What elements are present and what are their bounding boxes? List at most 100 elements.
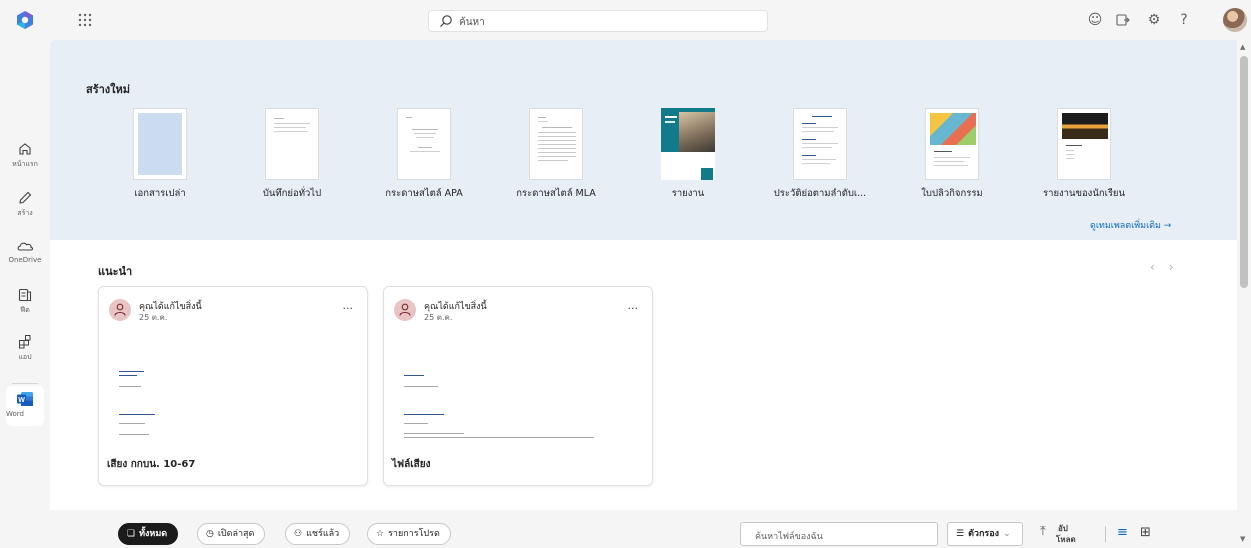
scroll-down-arrow-icon[interactable]: ▼ (1240, 535, 1245, 543)
template-chronological-resume[interactable]: ประวัติย่อตามลำดับเ... (765, 108, 875, 201)
person-avatar (109, 299, 131, 321)
rail-label-feed: ฟีด (20, 306, 30, 314)
template-label: เอกสารเปล่า (134, 188, 186, 199)
rail-label-home: หน้าแรก (12, 160, 38, 168)
scroll-up-arrow-icon[interactable]: ▲ (1240, 43, 1245, 51)
feed-icon (18, 288, 32, 302)
template-thumbnail (793, 108, 847, 180)
template-thumbnail (397, 108, 451, 180)
left-rail: หน้าแรก สร้าง OneDrive ฟีด แอป W Word (0, 40, 50, 548)
more-templates-link[interactable]: ดูเทมเพลตเพิ่มเติม → (1090, 218, 1171, 232)
help-icon[interactable]: ? (1176, 12, 1192, 28)
template-label: กระดาษสไตล์ APA (385, 188, 463, 199)
card-file-name: เสียง กกบน. 10-67 (107, 459, 196, 470)
grid-view-icon[interactable]: ⊞ (1140, 525, 1151, 540)
home-icon (19, 143, 31, 155)
card-date: 25 ต.ค. (139, 313, 168, 322)
rail-label-apps: แอป (18, 353, 32, 361)
main-content: สร้างใหม่ เอกสารเปล่า บันทึกย่อทั่วไป กร… (50, 40, 1237, 548)
page-scrollbar[interactable]: ▲ ▼ (1237, 40, 1251, 548)
rail-divider (12, 383, 38, 384)
search-icon (440, 15, 452, 27)
template-thumbnail (925, 108, 979, 180)
filter-dropdown-button[interactable]: ☰ ตัวกรอง ⌄ (947, 522, 1023, 546)
all-files-icon: ❏ (127, 529, 136, 539)
recommended-card[interactable]: คุณได้แก้ไขสิ่งนี้ 25 ต.ค. ... ไฟล์เสียง (383, 286, 653, 486)
filter-shared-button[interactable]: ⚇ แชร์แล้ว (285, 523, 351, 545)
file-search-input[interactable]: ค้นหาไฟล์ของฉัน (740, 522, 938, 546)
template-event-flyer[interactable]: ใบปลิวกิจกรรม (897, 108, 1007, 201)
template-label: ประวัติย่อตามลำดับเ... (773, 188, 867, 199)
filter-all-label: ทั้งหมด (139, 529, 168, 539)
rail-item-onedrive[interactable]: OneDrive (0, 238, 50, 264)
document-preview: ▔▔▔▔▔ (99, 333, 367, 445)
template-label: รายงานของนักเรียน (1043, 188, 1125, 199)
filter-recent-label: เปิดล่าสุด (217, 529, 255, 539)
template-apa-paper[interactable]: กระดาษสไตล์ APA (369, 108, 479, 201)
rail-label-word: Word (6, 410, 24, 418)
chevron-right-icon[interactable]: › (1169, 260, 1188, 274)
word-icon: W (17, 392, 33, 406)
whats-new-icon[interactable] (1115, 12, 1131, 28)
upload-arrow-icon: ⤒ (1040, 524, 1046, 539)
search-placeholder: ค้นหา (459, 17, 485, 28)
search-input[interactable]: ค้นหา (428, 10, 768, 32)
template-blank[interactable]: เอกสารเปล่า (105, 108, 215, 201)
file-search-placeholder: ค้นหาไฟล์ของฉัน (755, 532, 823, 542)
template-mla-paper[interactable]: กระดาษสไตล์ MLA (501, 108, 611, 201)
view-divider (1105, 526, 1106, 542)
chevron-down-icon: ⌄ (1003, 529, 1011, 539)
template-label: รายงาน (671, 188, 705, 199)
rail-item-home[interactable]: หน้าแรก (0, 141, 50, 170)
upload-button[interactable]: ⤒ อัป โหลด (1040, 522, 1090, 546)
feedback-icon[interactable]: ☺ (1087, 12, 1103, 28)
rail-item-apps[interactable]: แอป (0, 334, 50, 363)
carousel-nav: ‹› (1150, 260, 1188, 274)
account-avatar[interactable] (1223, 8, 1247, 32)
template-label: บันทึกย่อทั่วไป (262, 188, 322, 199)
recommended-title: แนะนำ (98, 265, 133, 278)
more-options-icon[interactable]: ... (628, 299, 639, 312)
rail-item-word[interactable]: W Word (6, 386, 44, 426)
filter-label: ตัวกรอง (968, 529, 1000, 539)
app-launcher-icon[interactable] (76, 11, 94, 29)
template-label: ใบปลิวกิจกรรม (921, 188, 983, 199)
filter-recent-button[interactable]: ◷ เปิดล่าสุด (197, 523, 266, 545)
document-preview (384, 333, 652, 445)
rail-item-create[interactable]: สร้าง (0, 190, 50, 219)
onedrive-icon (17, 242, 34, 251)
settings-gear-icon[interactable]: ⚙ (1146, 12, 1162, 28)
template-general-notes[interactable]: บันทึกย่อทั่วไป (237, 108, 347, 201)
filter-shared-label: แชร์แล้ว (306, 529, 340, 539)
create-new-section: สร้างใหม่ เอกสารเปล่า บันทึกย่อทั่วไป กร… (50, 40, 1237, 240)
file-filter-bar: ❏ ทั้งหมด ◷ เปิดล่าสุด ⚇ แชร์แล้ว ☆ รายการโป… (50, 510, 1237, 548)
template-report[interactable]: รายงาน (633, 108, 743, 201)
template-thumbnail (133, 108, 187, 180)
person-avatar (394, 299, 416, 321)
top-bar: ค้นหา ☺ ⚙ ? (0, 0, 1251, 40)
recommended-card[interactable]: คุณได้แก้ไขสิ่งนี้ 25 ต.ค. ... ▔▔▔▔▔ เสี… (98, 286, 368, 486)
create-new-title: สร้างใหม่ (86, 83, 131, 96)
svg-text:W: W (18, 397, 25, 404)
upload-label-line2: โหลด (1056, 535, 1076, 544)
create-icon (19, 191, 32, 204)
m365-logo-icon[interactable] (15, 10, 35, 30)
apps-icon (19, 335, 31, 349)
chevron-left-icon[interactable]: ‹ (1150, 260, 1169, 274)
card-file-name: ไฟล์เสียง (392, 459, 431, 470)
scroll-thumb[interactable] (1240, 56, 1248, 288)
filter-all-button[interactable]: ❏ ทั้งหมด (118, 523, 179, 545)
rail-label-onedrive: OneDrive (8, 256, 42, 264)
more-options-icon[interactable]: ... (343, 299, 354, 312)
rail-item-feed[interactable]: ฟีด (0, 287, 50, 316)
filter-favorites-button[interactable]: ☆ รายการโปรด (367, 523, 451, 545)
word-home-app: ค้นหา ☺ ⚙ ? หน้าแรก สร้าง OneDrive ฟีด แ… (0, 0, 1251, 548)
template-thumbnail (529, 108, 583, 180)
star-icon: ☆ (376, 529, 385, 539)
person-icon (114, 303, 126, 316)
template-label: กระดาษสไตล์ MLA (516, 188, 596, 199)
template-student-report[interactable]: รายงานของนักเรียน (1029, 108, 1139, 201)
person-icon (399, 303, 411, 316)
template-thumbnail (265, 108, 319, 180)
list-view-icon[interactable]: ≡ (1117, 525, 1128, 540)
